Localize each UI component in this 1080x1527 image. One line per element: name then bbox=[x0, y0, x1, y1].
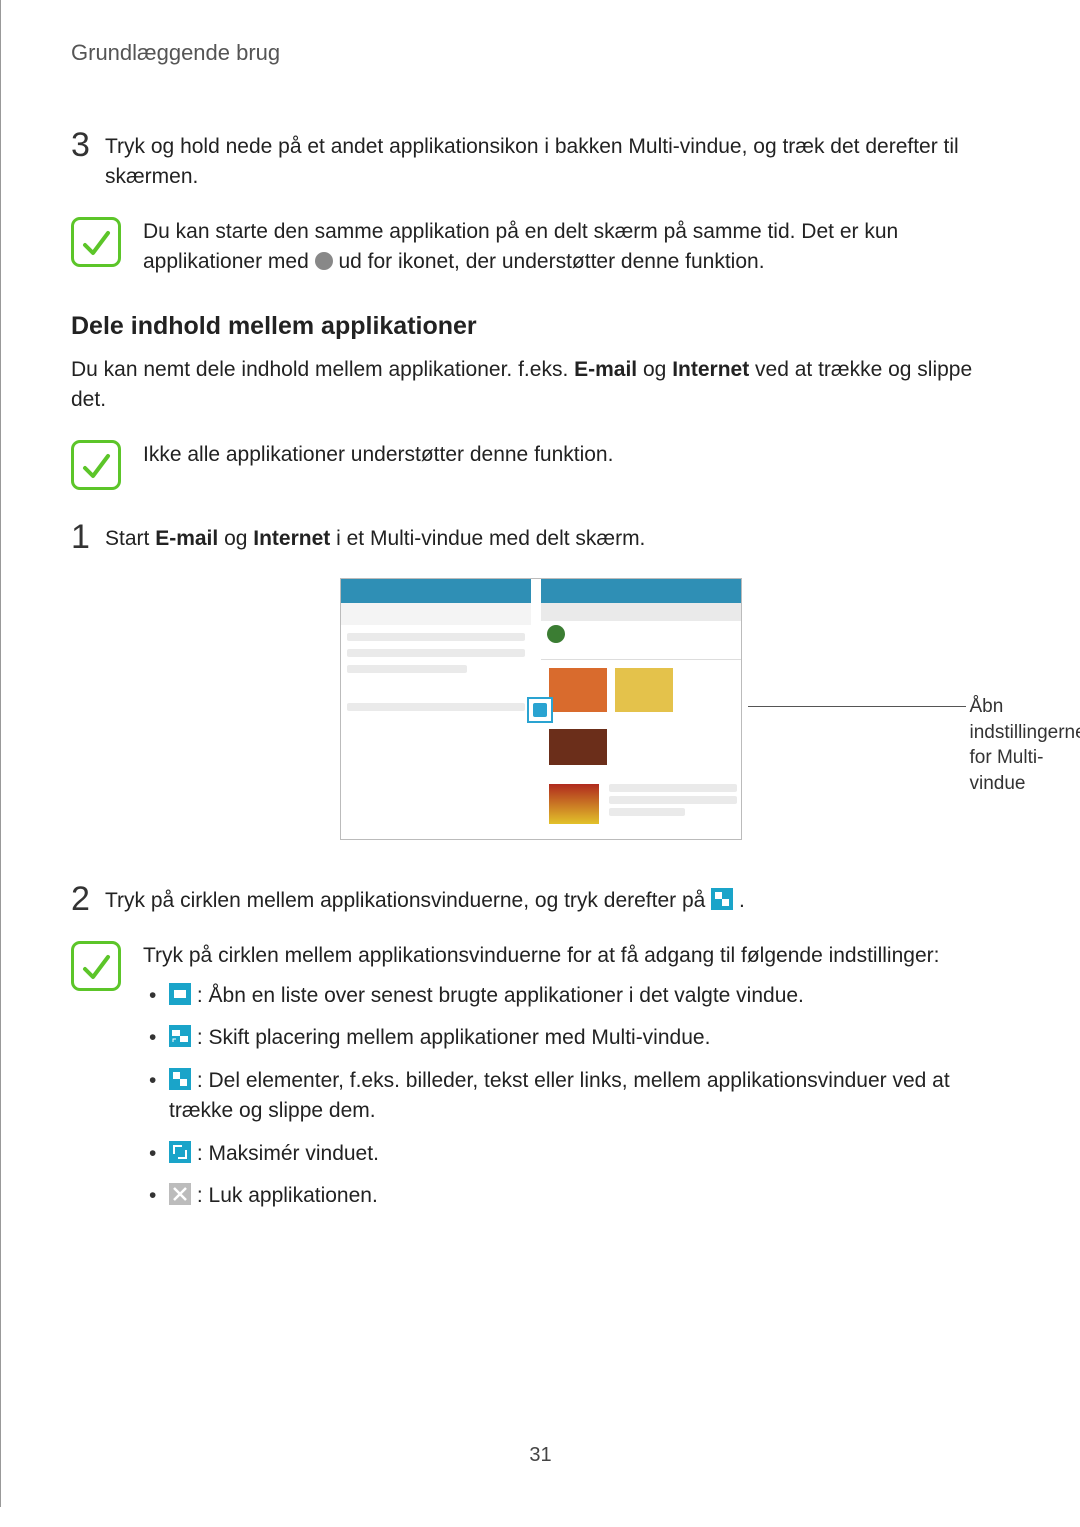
multiwindow-handle-icon bbox=[527, 697, 553, 723]
step-number: 1 bbox=[71, 520, 105, 554]
note-not-all-apps: Ikke alle applikationer understøtter den… bbox=[71, 440, 1010, 490]
swap-windows-icon bbox=[169, 1025, 191, 1047]
section-heading: Dele indhold mellem applikationer bbox=[71, 312, 1010, 341]
step-text: Tryk og hold nede på et andet applikatio… bbox=[105, 132, 1010, 193]
intro-bold-internet: Internet bbox=[672, 358, 749, 381]
step1-bold-email: E-mail bbox=[155, 527, 218, 550]
multi-instance-dot-icon bbox=[315, 252, 333, 270]
intro-mid: og bbox=[643, 358, 672, 381]
maximize-icon bbox=[169, 1141, 191, 1163]
note-icon bbox=[71, 217, 121, 267]
note-text: Ikke alle applikationer understøtter den… bbox=[143, 440, 613, 470]
drag-content-icon bbox=[169, 1068, 191, 1090]
close-icon bbox=[169, 1183, 191, 1205]
step-number: 3 bbox=[71, 128, 105, 162]
note-settings-list: Tryk på cirklen mellem applikationsvindu… bbox=[71, 941, 1010, 1224]
list-item: : Åbn en liste over senest brugte applik… bbox=[143, 981, 1010, 1011]
list-item: : Luk applikationen. bbox=[143, 1181, 1010, 1211]
note-icon bbox=[71, 941, 121, 991]
step1-mid: og bbox=[224, 527, 253, 550]
page-number: 31 bbox=[71, 1444, 1010, 1467]
step-2: 2 Tryk på cirklen mellem applikationsvin… bbox=[71, 880, 1010, 916]
step-text: Start E-mail og Internet i et Multi-vind… bbox=[105, 524, 645, 554]
intro-pre: Du kan nemt dele indhold mellem applikat… bbox=[71, 358, 574, 381]
step1-post: i et Multi-vindue med delt skærm. bbox=[336, 527, 645, 550]
step-3: 3 Tryk og hold nede på et andet applikat… bbox=[71, 126, 1010, 193]
note-text: Du kan starte den samme applikation på e… bbox=[143, 217, 1010, 278]
recent-apps-icon bbox=[169, 983, 191, 1005]
list-text: : Skift placering mellem applikationer m… bbox=[197, 1026, 711, 1049]
step1-bold-internet: Internet bbox=[253, 527, 330, 550]
note-text-post: ud for ikonet, der understøtter denne fu… bbox=[338, 250, 764, 273]
note-icon bbox=[71, 440, 121, 490]
note-text: Tryk på cirklen mellem applikationsvindu… bbox=[143, 941, 1010, 1224]
drag-content-icon bbox=[711, 888, 733, 910]
list-text: : Luk applikationen. bbox=[197, 1184, 378, 1207]
step-text: Tryk på cirklen mellem applikationsvindu… bbox=[105, 886, 745, 916]
intro-bold-email: E-mail bbox=[574, 358, 637, 381]
step2-pre: Tryk på cirklen mellem applikationsvindu… bbox=[105, 889, 711, 912]
figure-callout: Åbn indstillingerne for Multi-vindue bbox=[970, 694, 1080, 797]
list-item: : Maksimér vinduet. bbox=[143, 1139, 1010, 1169]
intro-paragraph: Du kan nemt dele indhold mellem applikat… bbox=[71, 355, 1010, 416]
settings-list: : Åbn en liste over senest brugte applik… bbox=[143, 981, 1010, 1212]
list-item: : Del elementer, f.eks. billeder, tekst … bbox=[143, 1066, 1010, 1127]
list-item: : Skift placering mellem applikationer m… bbox=[143, 1023, 1010, 1053]
figure-illustration bbox=[340, 578, 742, 840]
figure-multiwindow: Åbn indstillingerne for Multi-vindue bbox=[71, 578, 1010, 840]
step1-pre: Start bbox=[105, 527, 155, 550]
step-number: 2 bbox=[71, 882, 105, 916]
step-1: 1 Start E-mail og Internet i et Multi-vi… bbox=[71, 518, 1010, 554]
page-header: Grundlæggende brug bbox=[71, 40, 1010, 66]
list-text: : Åbn en liste over senest brugte applik… bbox=[197, 984, 804, 1007]
note-lead: Tryk på cirklen mellem applikationsvindu… bbox=[143, 941, 1010, 971]
note-same-app: Du kan starte den samme applikation på e… bbox=[71, 217, 1010, 278]
callout-line bbox=[748, 706, 966, 707]
list-text: : Maksimér vinduet. bbox=[197, 1142, 379, 1165]
list-text: : Del elementer, f.eks. billeder, tekst … bbox=[169, 1069, 950, 1122]
step2-post: . bbox=[739, 889, 745, 912]
